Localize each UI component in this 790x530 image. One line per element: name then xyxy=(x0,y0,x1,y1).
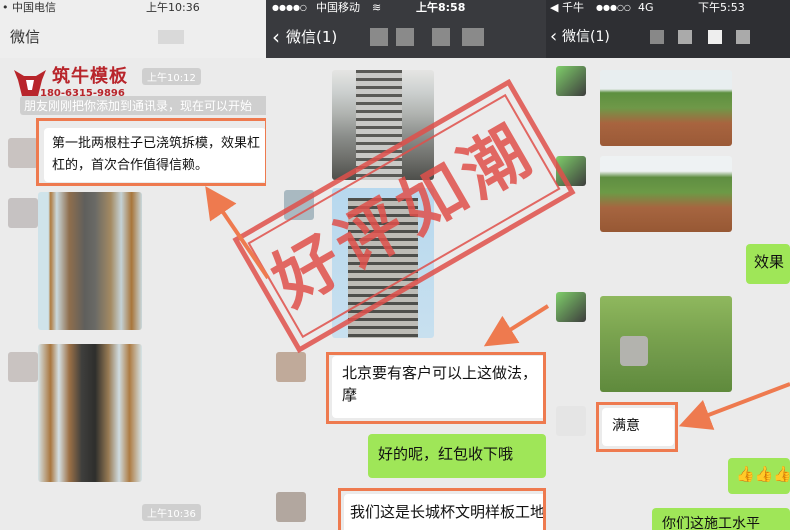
message-bubble-sent: 好的呢，红包收下哦 xyxy=(368,434,546,478)
back-label[interactable]: 微信(1) xyxy=(562,16,610,58)
timestamp: 上午10:36 xyxy=(142,504,201,521)
status-bar: • 中国电信 上午10:36 xyxy=(0,0,266,16)
column-photo[interactable] xyxy=(38,344,142,482)
contact-name-blur xyxy=(462,28,484,46)
contact-avatar xyxy=(276,352,306,382)
contact-name-blur xyxy=(432,28,450,46)
status-time: 上午8:58 xyxy=(416,1,466,14)
contact-name-blur xyxy=(678,30,692,44)
highlight-box xyxy=(338,488,546,530)
contact-name-blur xyxy=(370,28,388,46)
message-bubble-sent: 效果 xyxy=(746,244,790,284)
highlight-box xyxy=(36,118,266,186)
signal-strength: ●●●●○ xyxy=(272,3,307,12)
contact-name-blur xyxy=(736,30,750,44)
contact-avatar xyxy=(276,492,306,522)
nav-bar: 微信 xyxy=(0,16,266,58)
contact-avatar xyxy=(8,352,38,382)
contact-avatar xyxy=(8,138,38,168)
carrier-label: 中国移动 xyxy=(316,1,360,14)
contact-avatar xyxy=(556,292,586,322)
chat-screenshot-3: ◀ 千牛 ●●●○○ 4G 下午5:53 ‹ 微信(1) 效果 满意 👍👍👍 你… xyxy=(546,0,790,530)
logo-name: 筑牛模板 xyxy=(52,66,128,87)
highlight-box xyxy=(596,402,678,452)
network-label: 4G xyxy=(638,1,654,14)
site-photo[interactable] xyxy=(600,156,732,232)
chat-screenshot-1: • 中国电信 上午10:36 微信 筑牛模板 180-6315-9896 上午1… xyxy=(0,0,266,530)
nav-bar: ‹ 微信(1) xyxy=(266,16,546,58)
message-bubble-sent: 你们这施工水平 xyxy=(652,508,790,530)
contact-avatar xyxy=(556,66,586,96)
back-label[interactable]: 微信(1) xyxy=(286,16,337,58)
status-bar: ◀ 千牛 ●●●○○ 4G 下午5:53 xyxy=(546,0,790,16)
message-bubble-sent: 👍👍👍 xyxy=(728,458,790,494)
carrier-label: 中国电信 xyxy=(12,1,56,14)
app-label: 千牛 xyxy=(562,1,584,14)
nav-title[interactable]: 微信 xyxy=(10,16,40,58)
back-chevron-icon[interactable]: ‹ xyxy=(272,16,280,58)
contact-name-blur xyxy=(158,30,184,44)
back-chevron-icon[interactable]: ‹ xyxy=(550,16,557,58)
highlight-box xyxy=(326,352,546,424)
contact-name-blur xyxy=(396,28,414,46)
site-photo[interactable] xyxy=(600,70,732,146)
signal-icon: • xyxy=(2,1,9,14)
timestamp: 上午10:12 xyxy=(142,68,201,85)
status-time: 上午10:36 xyxy=(146,1,200,14)
wifi-icon: ≋ xyxy=(372,1,382,14)
contact-name-blur xyxy=(650,30,664,44)
concrete-pit xyxy=(620,336,648,366)
contact-avatar xyxy=(556,406,586,436)
status-bar: ●●●●○ 中国移动 ≋ 上午8:58 xyxy=(266,0,546,16)
site-photo[interactable] xyxy=(600,296,732,392)
signal-strength: ●●●○○ xyxy=(596,3,631,12)
contact-name-blur xyxy=(708,30,722,44)
column-photo[interactable] xyxy=(38,192,142,330)
system-notice: 朋友刚刚把你添加到通讯录，现在可以开始 xyxy=(20,96,266,115)
back-app-icon[interactable]: ◀ xyxy=(550,0,558,16)
contact-avatar xyxy=(8,198,38,228)
status-time: 下午5:53 xyxy=(698,1,745,14)
nav-bar: ‹ 微信(1) xyxy=(546,16,790,58)
